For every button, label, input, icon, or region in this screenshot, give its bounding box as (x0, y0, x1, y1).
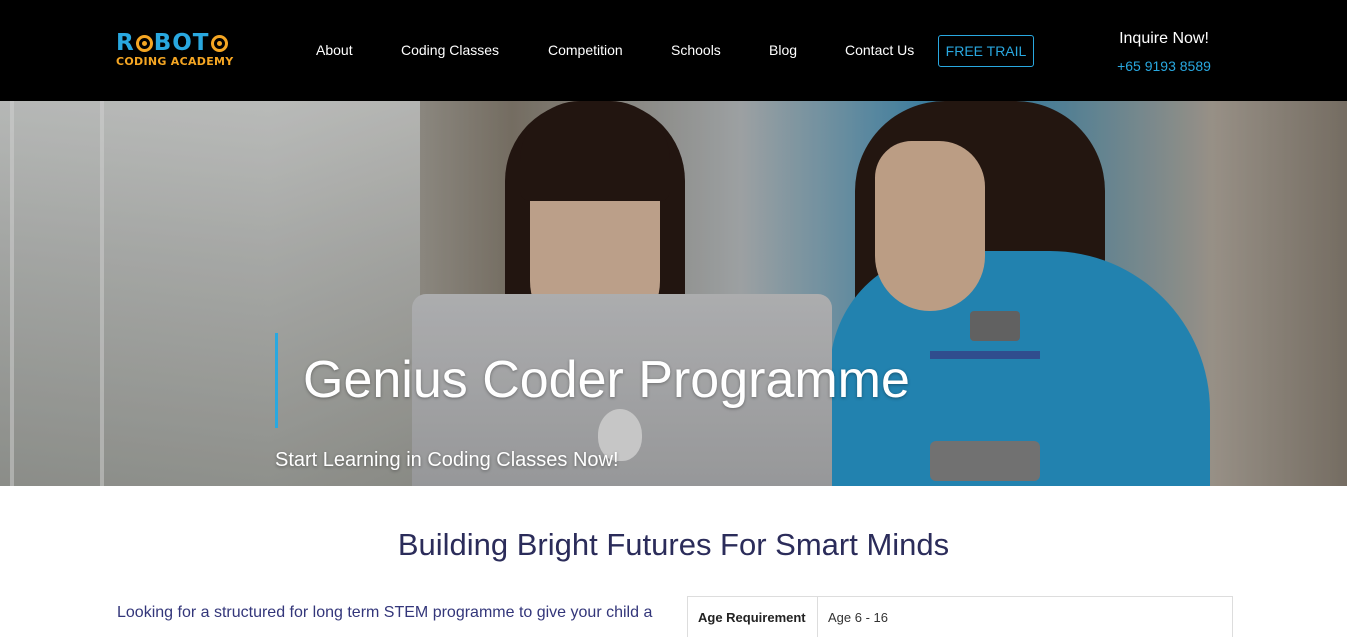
hero-banner (0, 101, 1347, 486)
hero-subtitle: Start Learning in Coding Classes Now! (275, 449, 619, 471)
nav-contact-us[interactable]: Contact Us (845, 41, 914, 59)
inquire-now-label: Inquire Now! (1119, 30, 1209, 47)
intro-paragraph: Looking for a structured for long term S… (117, 604, 653, 621)
table-cell-value: Age 6 - 16 (817, 596, 1233, 637)
nav-schools[interactable]: Schools (671, 41, 721, 59)
hero-overlay (0, 101, 1347, 486)
hero-accent-bar (275, 333, 278, 428)
hero-title: Genius Coder Programme (303, 351, 910, 409)
programme-info-table: Age Requirement Age 6 - 16 (687, 596, 1233, 637)
logo[interactable]: R BOT CODING ACADEMY (116, 31, 241, 71)
site-header: R BOT CODING ACADEMY About Coding Classes… (0, 0, 1347, 101)
table-cell-label: Age Requirement (687, 596, 818, 637)
table-row: Age Requirement Age 6 - 16 (687, 596, 1233, 637)
gear-icon (135, 34, 153, 52)
nav-competition[interactable]: Competition (548, 41, 623, 59)
phone-link[interactable]: +65 9193 8589 (1104, 58, 1224, 74)
gear-icon (210, 34, 228, 52)
nav-blog[interactable]: Blog (769, 41, 797, 59)
nav-coding-classes[interactable]: Coding Classes (401, 41, 499, 59)
free-trail-button[interactable]: FREE TRAIL (938, 35, 1034, 67)
logo-wordmark: R BOT (116, 31, 241, 55)
logo-tagline: CODING ACADEMY (116, 55, 234, 68)
nav-about[interactable]: About (316, 41, 353, 59)
section-title: Building Bright Futures For Smart Minds (397, 527, 950, 562)
